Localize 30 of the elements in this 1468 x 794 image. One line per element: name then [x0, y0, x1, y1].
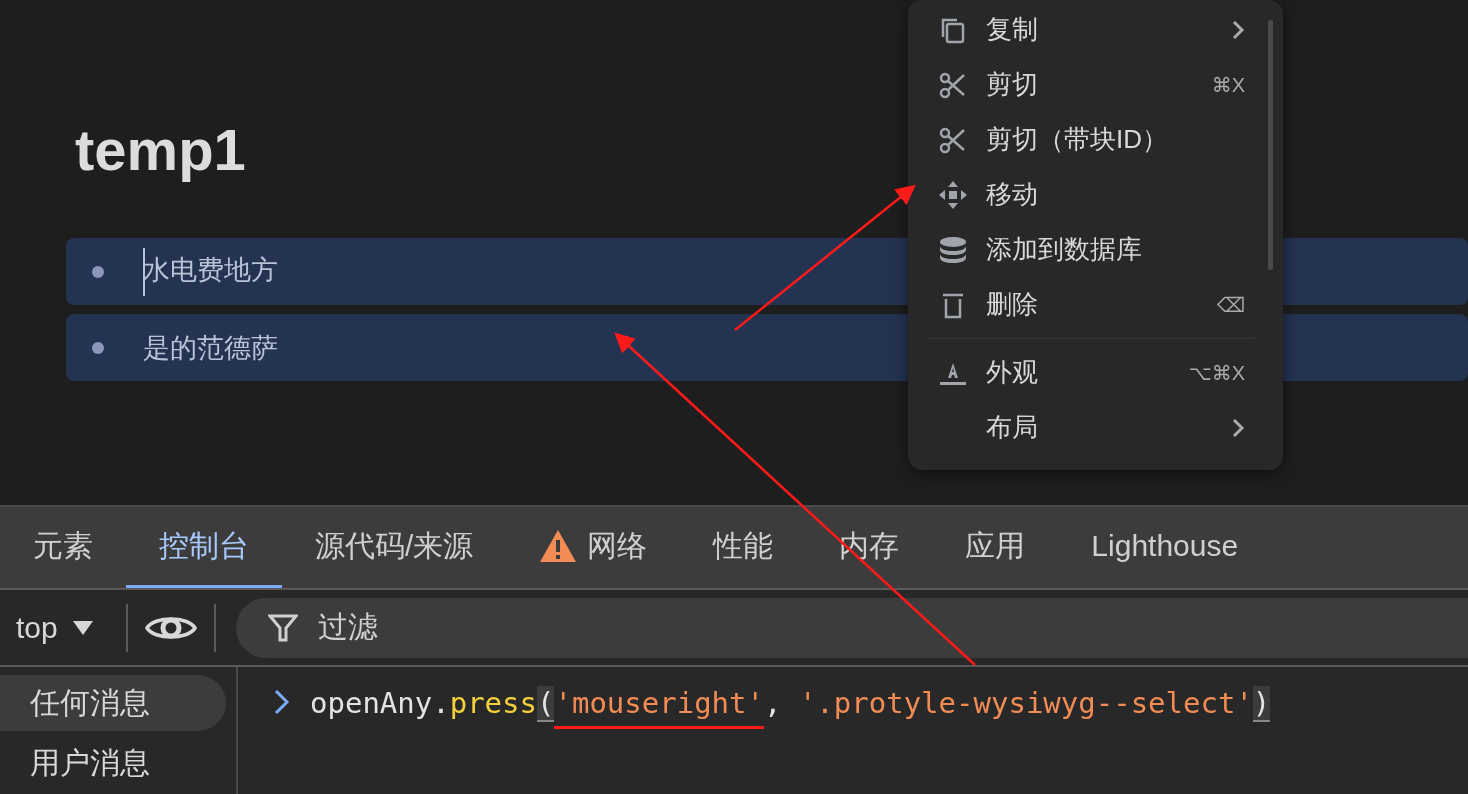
document-title: temp1: [75, 116, 246, 184]
devtools-tab[interactable]: 控制台: [126, 507, 282, 588]
devtools-tab[interactable]: 性能: [680, 507, 807, 588]
prompt-chevron-icon: [274, 689, 290, 715]
menu-item[interactable]: 剪切（带块ID）: [938, 112, 1245, 167]
devtools-tab[interactable]: 元素: [0, 507, 126, 588]
filter-icon: [267, 612, 298, 643]
database-icon: [938, 234, 968, 265]
console-input[interactable]: openAny.press('mouseright', '.protyle-wysiwyg--select'): [310, 683, 1271, 735]
chevron-right-icon: [1231, 417, 1245, 438]
menu-item[interactable]: 复制: [938, 2, 1245, 57]
bullet-icon: [92, 265, 104, 278]
filter-field[interactable]: 过滤: [235, 597, 1468, 658]
devtools-tab[interactable]: Lighthouse: [1058, 507, 1272, 588]
bullet-icon: [92, 341, 104, 354]
block-text: 水电费地方: [143, 247, 278, 296]
move-arrows-icon: [938, 179, 968, 210]
devtools-tab[interactable]: 网络: [506, 507, 681, 588]
message-filter-item[interactable]: 任何消息: [0, 675, 226, 731]
message-filter-item[interactable]: 用户消息: [0, 735, 226, 791]
caret-down-icon: [71, 619, 94, 636]
warning-icon: [539, 529, 578, 563]
block-text: 是的范德萨: [143, 331, 278, 365]
devtools-tab[interactable]: 应用: [932, 507, 1059, 588]
chevron-right-icon: [1231, 19, 1245, 40]
menu-item[interactable]: 剪切 ⌘X: [938, 57, 1245, 112]
devtools-tab[interactable]: 源代码/来源: [282, 507, 507, 588]
menu-item[interactable]: 移动: [938, 167, 1245, 222]
context-selector[interactable]: top: [0, 610, 110, 645]
menu-item[interactable]: 布局: [938, 400, 1245, 455]
